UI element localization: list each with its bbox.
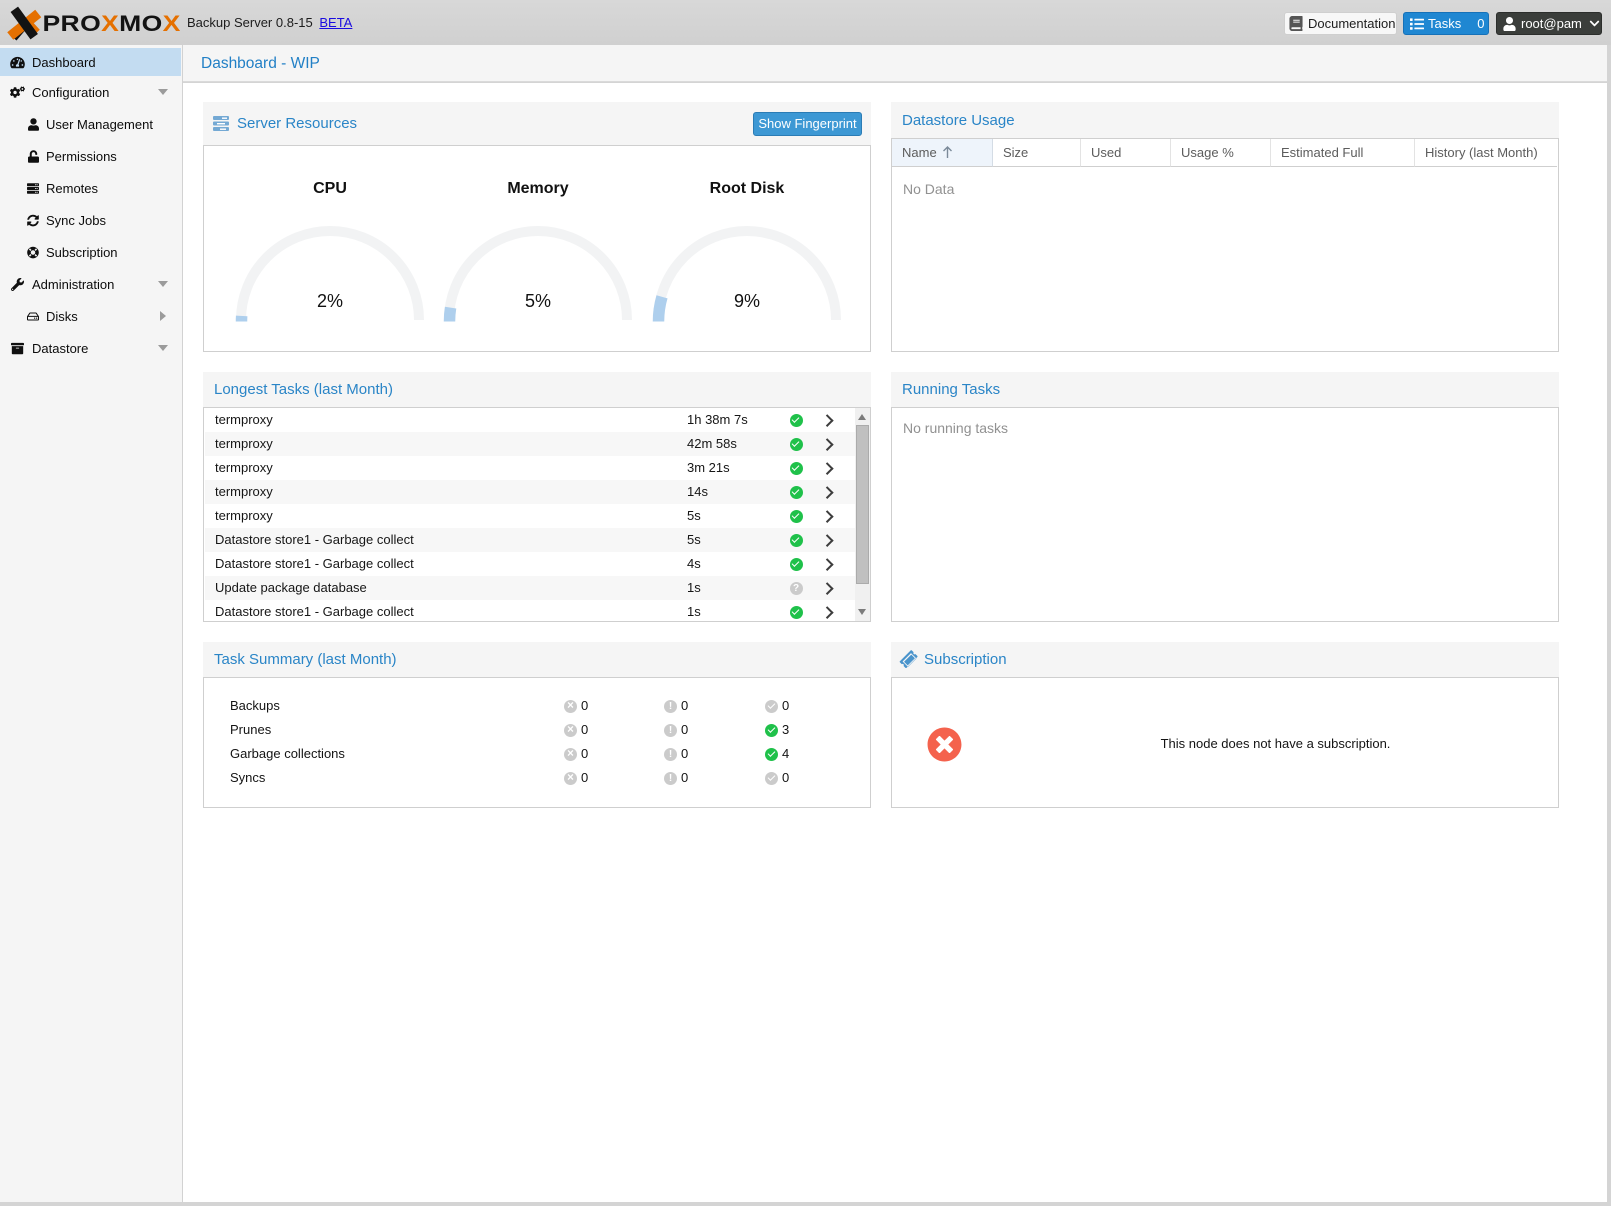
svg-text:PROXMOX: PROXMOX — [43, 12, 181, 37]
